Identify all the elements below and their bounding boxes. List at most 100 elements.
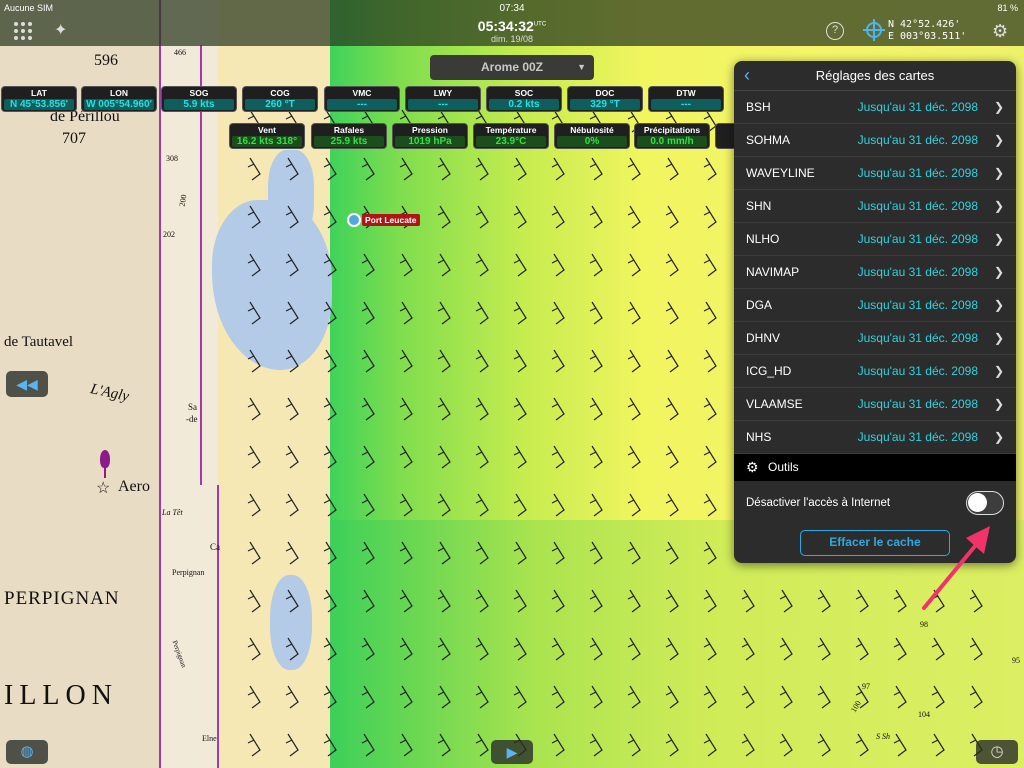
chart-name: NLHO [746, 232, 780, 246]
clock-button[interactable]: ◷ [976, 740, 1018, 764]
weather-precipitation[interactable]: Précipitations 0.0 mm/h [634, 123, 710, 149]
wind-barb [247, 205, 261, 229]
wind-barb [323, 637, 337, 661]
panel-title: Réglages des cartes [815, 68, 935, 83]
play-button[interactable]: ▶ [491, 740, 533, 764]
chart-row-sohma[interactable]: SOHMA Jusqu'au 31 déc. 2098 ❯ [734, 124, 1016, 157]
chart-name: ICG_HD [746, 364, 792, 378]
wind-barb [551, 637, 565, 661]
wind-barb [589, 685, 603, 709]
wind-barb [627, 205, 641, 229]
wind-barb [817, 733, 831, 757]
instrument-cog[interactable]: COG 260 °T [242, 86, 318, 112]
wind-barb [361, 541, 375, 565]
wind-barb [665, 733, 679, 757]
chart-expiry: Jusqu'au 31 déc. 2098 [857, 166, 978, 180]
wind-barb [741, 685, 755, 709]
wind-barb [703, 685, 717, 709]
chart-row-bsh[interactable]: BSH Jusqu'au 31 déc. 2098 ❯ [734, 91, 1016, 124]
wind-barb [361, 685, 375, 709]
callout-arrow-icon [922, 526, 990, 610]
wind-barb [741, 589, 755, 613]
internet-access-toggle[interactable] [966, 491, 1004, 515]
wind-barb [779, 589, 793, 613]
wind-barb [627, 541, 641, 565]
instrument-doc[interactable]: DOC 329 °T [567, 86, 643, 112]
wind-barb [399, 157, 413, 181]
wind-barb [323, 445, 337, 469]
instrument-value: W 005°54.960' [84, 99, 154, 110]
chart-row-nhs[interactable]: NHS Jusqu'au 31 déc. 2098 ❯ [734, 421, 1016, 454]
device-clock: 07:34 [499, 3, 525, 14]
chart-row-nlho[interactable]: NLHO Jusqu'au 31 déc. 2098 ❯ [734, 223, 1016, 256]
wind-barb [589, 349, 603, 373]
wind-barb [703, 301, 717, 325]
instrument-label: DOC [595, 88, 615, 98]
wind-barb [665, 637, 679, 661]
instrument-vmc[interactable]: VMC --- [324, 86, 400, 112]
utc-suffix: UTC [533, 21, 547, 28]
weather-pressure[interactable]: Pression 1019 hPa [392, 123, 468, 149]
wind-barb [285, 205, 299, 229]
wind-barb [437, 733, 451, 757]
compass-star-icon[interactable]: ✦ [54, 20, 67, 40]
weather-model-select[interactable]: Arome 00Z ▼ [430, 55, 594, 80]
wind-barb [627, 589, 641, 613]
chart-row-dga[interactable]: DGA Jusqu'au 31 déc. 2098 ❯ [734, 289, 1016, 322]
back-chevron-icon[interactable]: ‹ [744, 61, 750, 89]
chart-row-vlaamse[interactable]: VLAAMSE Jusqu'au 31 déc. 2098 ❯ [734, 388, 1016, 421]
chart-expiry: Jusqu'au 31 déc. 2098 [857, 133, 978, 147]
map-label: Perpignan [172, 568, 205, 577]
weather-wind[interactable]: Vent 16.2 kts 318° [229, 123, 305, 149]
globe-button[interactable]: ◍ [6, 740, 48, 764]
wind-barb [285, 541, 299, 565]
wind-barb [703, 637, 717, 661]
wind-barb [513, 205, 527, 229]
wind-barb [475, 349, 489, 373]
wind-barb [285, 253, 299, 277]
chart-row-navimap[interactable]: NAVIMAP Jusqu'au 31 déc. 2098 ❯ [734, 256, 1016, 289]
instrument-label: Nébulosité [570, 125, 614, 135]
wind-barb [665, 205, 679, 229]
wind-barb [589, 541, 603, 565]
chart-row-shn[interactable]: SHN Jusqu'au 31 déc. 2098 ❯ [734, 190, 1016, 223]
weather-temperature[interactable]: Température 23.9°C [473, 123, 549, 149]
instrument-lwy[interactable]: LWY --- [405, 86, 481, 112]
help-icon[interactable]: ? [826, 22, 844, 40]
apps-grid-icon[interactable] [14, 22, 32, 40]
instrument-sog[interactable]: SOG 5.9 kts [161, 86, 237, 112]
wind-barb [627, 349, 641, 373]
rewind-button[interactable]: ◀◀ [6, 371, 48, 397]
wind-barb [893, 637, 907, 661]
map-label: Ca [210, 542, 220, 552]
instrument-lon[interactable]: LON W 005°54.960' [81, 86, 157, 112]
wind-barb [285, 589, 299, 613]
chart-row-dhnv[interactable]: DHNV Jusqu'au 31 déc. 2098 ❯ [734, 322, 1016, 355]
map-pin-stem [104, 466, 106, 478]
map-pin-icon[interactable] [100, 450, 110, 480]
wind-barb [323, 253, 337, 277]
instrument-label: Précipitations [643, 125, 701, 135]
wind-barb [399, 733, 413, 757]
weather-gusts[interactable]: Rafales 25.9 kts [311, 123, 387, 149]
wind-barb [247, 493, 261, 517]
wind-barb [703, 493, 717, 517]
wind-barb [437, 253, 451, 277]
gear-icon[interactable]: ⚙ [992, 21, 1008, 42]
wind-barb [323, 205, 337, 229]
wind-barb [931, 685, 945, 709]
chart-row-icg_hd[interactable]: ICG_HD Jusqu'au 31 déc. 2098 ❯ [734, 355, 1016, 388]
instrument-lat[interactable]: LAT N 45°53.856' [1, 86, 77, 112]
crosshair-icon[interactable] [863, 19, 885, 41]
position-readout[interactable]: N 42°52.426' E 003°03.511' [888, 19, 966, 43]
wind-barb [741, 733, 755, 757]
chevron-right-icon: ❯ [993, 331, 1004, 345]
instrument-soc[interactable]: SOC 0.2 kts [486, 86, 562, 112]
instrument-label: LAT [31, 88, 47, 98]
chart-row-waveyline[interactable]: WAVEYLINE Jusqu'au 31 déc. 2098 ❯ [734, 157, 1016, 190]
chevron-right-icon: ❯ [993, 133, 1004, 147]
globe-icon: ◍ [20, 743, 34, 760]
instrument-dtw[interactable]: DTW --- [648, 86, 724, 112]
chart-name: SOHMA [746, 133, 791, 147]
weather-cloud-cover[interactable]: Nébulosité 0% [554, 123, 630, 149]
